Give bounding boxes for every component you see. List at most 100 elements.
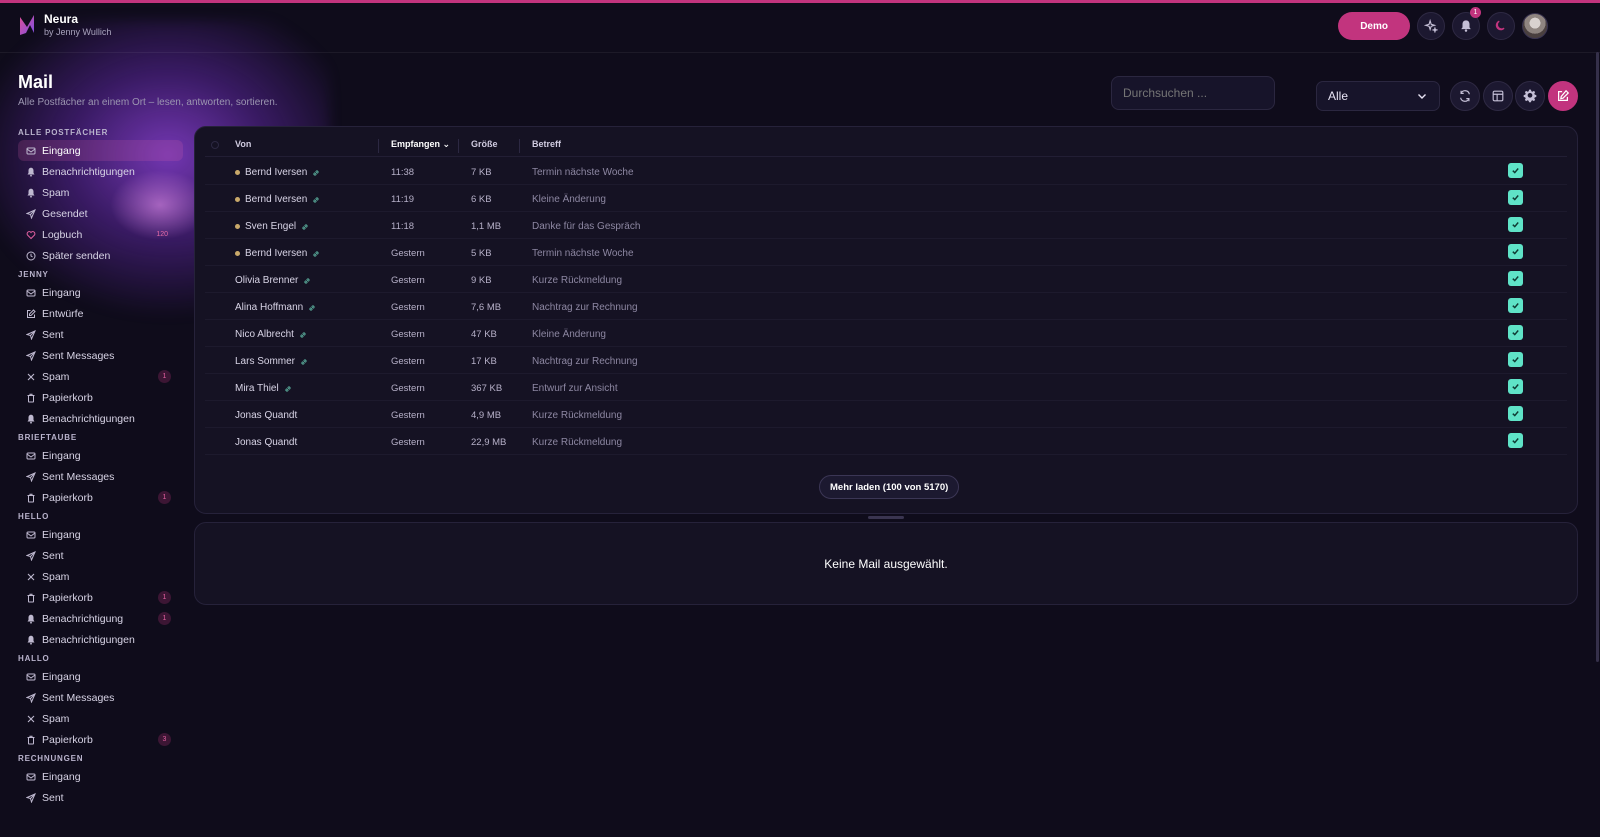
filter-select[interactable]: Alle: [1316, 81, 1440, 111]
search-input[interactable]: [1111, 76, 1275, 110]
sidebar-item-brieftaube-sent-messages[interactable]: Sent Messages: [18, 466, 183, 487]
layout-icon: [1492, 90, 1504, 102]
sidebar-item-hallo-papierkorb[interactable]: Papierkorb 3: [18, 729, 183, 750]
page-scrollbar[interactable]: [1596, 52, 1599, 662]
mail-row-checkbox[interactable]: [1508, 244, 1523, 259]
sidebar-item-jenny-sent-messages[interactable]: Sent Messages: [18, 345, 183, 366]
mail-subject: Kurze Rückmeldung: [532, 410, 623, 421]
sidebar-item-hallo-eingang[interactable]: Eingang: [18, 666, 183, 687]
sidebar-item-jenny-papierkorb[interactable]: Papierkorb: [18, 387, 183, 408]
check-icon: [1512, 303, 1519, 309]
mail-row-checkbox[interactable]: [1508, 271, 1523, 286]
unread-dot: [235, 170, 240, 175]
sidebar-item-jenny-eingang[interactable]: Eingang: [18, 282, 183, 303]
trash-icon: [26, 393, 36, 403]
sidebar-item-rechnungen-sent[interactable]: Sent: [18, 787, 183, 808]
column-subject[interactable]: Betreff: [532, 139, 561, 149]
sidebar-item-hello-eingang[interactable]: Eingang: [18, 524, 183, 545]
sidebar-item-brieftaube-eingang[interactable]: Eingang: [18, 445, 183, 466]
mail-row-checkbox[interactable]: [1508, 406, 1523, 421]
send-icon: [26, 329, 36, 340]
mail-row[interactable]: Bernd Iversen 11:19 6 KB Kleine Änderung: [205, 185, 1567, 212]
mail-row[interactable]: Mira Thiel Gestern 367 KB Entwurf zur Ansic…: [205, 374, 1567, 401]
mail-received: Gestern: [391, 356, 425, 367]
sidebar-item-hallo-sent-messages[interactable]: Sent Messages: [18, 687, 183, 708]
inbox-icon: [26, 530, 36, 540]
sidebar-item-alle-postfaecher-benachrichtigungen[interactable]: Benachrichtigungen: [18, 161, 183, 182]
mail-row-checkbox[interactable]: [1508, 379, 1523, 394]
mail-subject: Nachtrag zur Rechnung: [532, 302, 638, 313]
sidebar-item-hello-papierkorb[interactable]: Papierkorb 1: [18, 587, 183, 608]
edit-icon: [26, 308, 36, 319]
sidebar-item-jenny-spam[interactable]: Spam 1: [18, 366, 183, 387]
mail-size: 17 KB: [471, 356, 497, 367]
sidebar-section-title: Alle Postfächer: [18, 128, 109, 137]
column-from[interactable]: Von: [235, 139, 251, 149]
sidebar-item-hello-benachrichtigung[interactable]: Benachrichtigung 1: [18, 608, 183, 629]
mail-row-checkbox[interactable]: [1508, 352, 1523, 367]
sidebar-item-alle-postfaecher-eingang[interactable]: Eingang: [18, 140, 183, 161]
notifications-button[interactable]: 1: [1452, 7, 1481, 40]
mail-row[interactable]: Alina Hoffmann Gestern 7,6 MB Nachtrag zur …: [205, 293, 1567, 320]
mail-size: 7,6 MB: [471, 302, 502, 313]
column-size[interactable]: Größe: [471, 139, 498, 149]
sidebar-item-alle-postfaecher-spaeter-senden[interactable]: Später senden: [18, 245, 183, 266]
mail-row[interactable]: Jonas Quandt Gestern 22,9 MB Kurze Rückmeld…: [205, 428, 1567, 455]
sidebar-item-label: Benachrichtigungen: [42, 412, 135, 425]
demo-button[interactable]: Demo: [1338, 12, 1410, 40]
mail-row-checkbox[interactable]: [1508, 163, 1523, 178]
column-received[interactable]: Empfangen ⌄: [391, 139, 450, 150]
mail-row[interactable]: Nico Albrecht Gestern 47 KB Kleine Änderung: [205, 320, 1567, 347]
bell-icon: [1461, 20, 1471, 32]
mail-sender: Alina Hoffmann: [235, 302, 304, 313]
sidebar-item-jenny-entwuerfe[interactable]: Entwürfe: [18, 303, 183, 324]
inbox-icon: [26, 451, 36, 461]
sidebar-item-label: Spam: [42, 370, 70, 383]
unread-count-badge: 1: [158, 591, 171, 604]
mail-row-checkbox[interactable]: [1508, 190, 1523, 205]
mail-row[interactable]: Jonas Quandt Gestern 4,9 MB Kurze Rückmeldu…: [205, 401, 1567, 428]
mail-row[interactable]: Lars Sommer Gestern 17 KB Nachtrag zur Rech…: [205, 347, 1567, 374]
sidebar-item-hallo-spam[interactable]: Spam: [18, 708, 183, 729]
sidebar-item-hello-benachrichtigungen[interactable]: Benachrichtigungen: [18, 629, 183, 650]
user-avatar[interactable]: [1522, 13, 1548, 39]
mail-row[interactable]: Olivia Brenner Gestern 9 KB Kurze Rückmeldu…: [205, 266, 1567, 293]
sidebar-item-jenny-sent[interactable]: Sent: [18, 324, 183, 345]
compose-button[interactable]: [1548, 81, 1578, 111]
brand[interactable]: Neura by Jenny Wullich: [18, 12, 111, 38]
mail-subject: Kleine Änderung: [532, 329, 606, 340]
resize-handle[interactable]: [868, 516, 904, 519]
mail-row-checkbox[interactable]: [1508, 298, 1523, 313]
mail-row[interactable]: Bernd Iversen 11:38 7 KB Termin nächste Woc…: [205, 158, 1567, 185]
unread-dot: [235, 251, 240, 256]
mail-subject: Danke für das Gespräch: [532, 221, 641, 232]
sidebar-item-jenny-benachrichtigungen[interactable]: Benachrichtigungen: [18, 408, 183, 429]
sidebar-item-rechnungen-eingang[interactable]: Eingang: [18, 766, 183, 787]
ai-sparkle-button[interactable]: [1417, 12, 1445, 40]
select-all-checkbox[interactable]: [211, 141, 219, 149]
load-more-button[interactable]: Mehr laden (100 von 5170): [819, 475, 960, 499]
sidebar-item-label: Benachrichtigungen: [42, 165, 135, 178]
mail-subject: Nachtrag zur Rechnung: [532, 356, 638, 367]
mail-size: 6 KB: [471, 194, 492, 205]
mail-row-checkbox[interactable]: [1508, 433, 1523, 448]
sidebar-item-hello-spam[interactable]: Spam: [18, 566, 183, 587]
layout-button[interactable]: [1483, 81, 1513, 111]
mail-row[interactable]: Sven Engel 11:18 1,1 MB Danke für das Gespr…: [205, 212, 1567, 239]
theme-toggle-button[interactable]: [1487, 12, 1515, 40]
sidebar-item-alle-postfaecher-gesendet[interactable]: Gesendet: [18, 203, 183, 224]
x-icon: [26, 372, 36, 382]
mail-row[interactable]: Bernd Iversen Gestern 5 KB Termin nächste W…: [205, 239, 1567, 266]
settings-button[interactable]: [1515, 81, 1545, 111]
mail-row-checkbox[interactable]: [1508, 325, 1523, 340]
sidebar-section-title: Rechnungen: [18, 754, 84, 763]
sidebar-item-alle-postfaecher-logbuch[interactable]: Logbuch 120: [18, 224, 183, 245]
sidebar-item-label: Papierkorb: [42, 733, 93, 746]
sidebar-item-brieftaube-papierkorb[interactable]: Papierkorb 1: [18, 487, 183, 508]
mail-subject: Termin nächste Woche: [532, 248, 634, 259]
mail-row-checkbox[interactable]: [1508, 217, 1523, 232]
sidebar-item-hello-sent[interactable]: Sent: [18, 545, 183, 566]
refresh-button[interactable]: [1450, 81, 1480, 111]
link-icon: [300, 331, 306, 338]
sidebar-item-alle-postfaecher-spam[interactable]: Spam: [18, 182, 183, 203]
